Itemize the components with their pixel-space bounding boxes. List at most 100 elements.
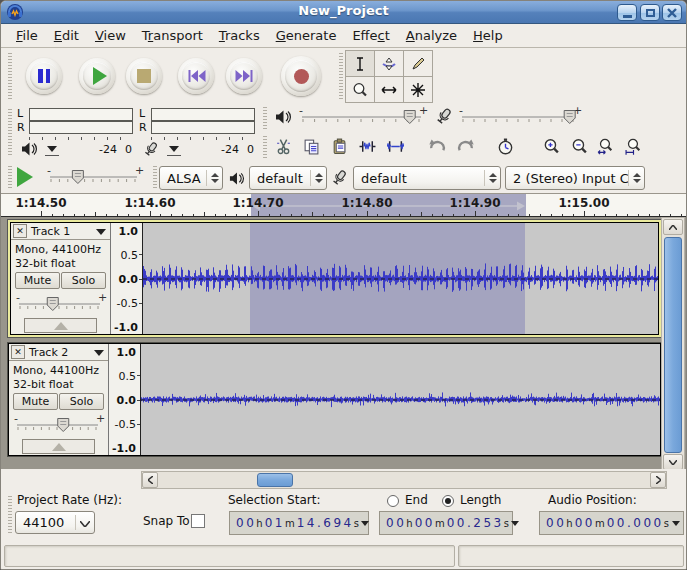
playback-meter-bar-l[interactable]: [29, 108, 133, 121]
transport-toolbar-gripper[interactable]: [8, 53, 12, 100]
fit-project-button[interactable]: [621, 135, 645, 158]
recording-meter-icon-wrap[interactable]: [143, 141, 163, 159]
scroll-down-button[interactable]: [663, 454, 683, 470]
mixer-toolbar-gripper[interactable]: [263, 107, 267, 129]
menu-tracks[interactable]: Tracks: [211, 25, 268, 46]
skip-to-end-button[interactable]: [226, 58, 262, 94]
device-toolbar-gripper[interactable]: [153, 166, 157, 190]
recording-meter-bar-l[interactable]: [151, 108, 255, 121]
play-at-speed-button[interactable]: [17, 167, 33, 187]
skip-to-start-button[interactable]: [178, 58, 214, 94]
minimize-button[interactable]: [617, 4, 637, 21]
project-rate-combo[interactable]: 44100: [15, 511, 95, 534]
timeshift-tool-button[interactable]: [374, 76, 404, 103]
trim-outside-selection-button[interactable]: [355, 135, 379, 158]
collapse-button[interactable]: [24, 318, 97, 333]
track-menu-dropdown-icon[interactable]: [94, 350, 104, 356]
vertical-scroll-thumb[interactable]: [664, 237, 682, 453]
selection-toolbar-gripper[interactable]: [8, 496, 12, 534]
output-volume-slider[interactable]: -+: [297, 105, 429, 129]
track-menu-dropdown-icon[interactable]: [96, 229, 106, 235]
collapse-button[interactable]: [22, 439, 95, 454]
tools-toolbar-gripper[interactable]: [339, 53, 343, 100]
vertical-scrollbar[interactable]: [661, 217, 685, 471]
horizontal-scroll-track[interactable]: [141, 471, 667, 489]
horizontal-scrollbar[interactable]: [1, 469, 686, 490]
track-close-button[interactable]: ✕: [11, 345, 25, 359]
horizontal-scroll-thumb[interactable]: [257, 473, 293, 487]
menu-transport[interactable]: Transport: [134, 25, 211, 46]
waveform-area[interactable]: [143, 223, 658, 334]
selection-tool-button[interactable]: [345, 50, 375, 77]
input-volume-slider[interactable]: -+: [457, 105, 583, 129]
record-button[interactable]: [281, 56, 321, 96]
cut-button[interactable]: [271, 135, 295, 158]
end-radio[interactable]: [387, 495, 399, 507]
snap-to-checkbox[interactable]: [191, 514, 205, 528]
scroll-right-button[interactable]: [650, 472, 666, 488]
time-format-dropdown-icon[interactable]: [672, 521, 680, 526]
mute-button[interactable]: Mute: [13, 393, 58, 410]
close-button[interactable]: [662, 4, 682, 21]
time-format-dropdown-icon[interactable]: [511, 521, 519, 526]
menu-effect[interactable]: Effect: [344, 25, 397, 46]
recording-meter-bar-r[interactable]: [151, 121, 255, 134]
solo-button[interactable]: Solo: [59, 393, 104, 410]
waveform-area[interactable]: [141, 344, 660, 455]
zoom-in-button[interactable]: [539, 135, 563, 158]
recording-meter-dropdown[interactable]: [167, 145, 181, 156]
menu-analyze[interactable]: Analyze: [398, 25, 465, 46]
ruler-major-tick: [150, 211, 151, 216]
playback-meter-icon-wrap[interactable]: [21, 141, 41, 159]
menu-generate[interactable]: Generate: [268, 25, 345, 46]
maximize-button[interactable]: [640, 4, 660, 21]
track-bitdepth-info: 32-bit float: [13, 378, 74, 391]
stop-button[interactable]: [126, 58, 162, 94]
playback-meter-bar-r[interactable]: [29, 121, 133, 134]
title-bar[interactable]: New_Project: [0, 0, 687, 24]
pause-button[interactable]: [26, 58, 62, 94]
waveform-canvas[interactable]: [143, 223, 658, 334]
audio-position-field[interactable]: 00h00m00.000s: [539, 511, 684, 535]
solo-button[interactable]: Solo: [61, 272, 106, 289]
output-device-combo[interactable]: default: [249, 166, 327, 190]
selection-start-field[interactable]: 00h01m14.694s: [229, 511, 369, 535]
scroll-left-button[interactable]: [142, 472, 158, 488]
zoom-tool-button[interactable]: [345, 76, 375, 103]
zoom-out-button[interactable]: [567, 135, 591, 158]
menu-view[interactable]: View: [87, 25, 134, 46]
gain-slider[interactable]: -+: [12, 413, 106, 437]
input-channels-combo[interactable]: 2 (Stereo) Input C: [505, 166, 645, 190]
menu-edit[interactable]: Edit: [46, 25, 87, 46]
sync-lock-tracks-button[interactable]: [493, 135, 517, 158]
redo-button[interactable]: [453, 135, 477, 158]
play-button[interactable]: [79, 58, 115, 94]
envelope-tool-button[interactable]: [374, 50, 404, 77]
undo-button[interactable]: [425, 135, 449, 158]
playback-meter-dropdown[interactable]: [45, 145, 59, 156]
track-close-button[interactable]: ✕: [13, 224, 27, 238]
scroll-up-button[interactable]: [663, 219, 683, 235]
paste-button[interactable]: [327, 135, 351, 158]
copy-button[interactable]: [299, 135, 323, 158]
fit-selection-button[interactable]: [593, 135, 617, 158]
edit-toolbar-gripper[interactable]: [263, 136, 267, 158]
timeline-ruler[interactable]: 1:14.501:14.601:14.701:14.801:14.901:15.…: [1, 194, 686, 217]
menu-file[interactable]: File: [8, 25, 46, 46]
time-format-dropdown-icon[interactable]: [361, 521, 369, 526]
waveform-canvas[interactable]: [141, 344, 660, 455]
meter-toolbar-gripper[interactable]: [8, 109, 12, 157]
gain-slider[interactable]: -+: [14, 292, 108, 316]
transcription-toolbar-gripper[interactable]: [8, 166, 12, 190]
selection-length-field[interactable]: 00h00m00.253s: [379, 511, 513, 535]
input-device-combo[interactable]: default: [353, 166, 501, 190]
menu-help[interactable]: Help: [465, 25, 511, 46]
silence-selection-button[interactable]: [383, 135, 407, 158]
multi-tool-button[interactable]: [403, 76, 433, 103]
audio-host-combo[interactable]: ALSA: [159, 166, 223, 190]
length-radio[interactable]: [442, 495, 454, 507]
draw-tool-button[interactable]: [403, 50, 433, 77]
mute-button[interactable]: Mute: [15, 272, 60, 289]
playback-speed-slider[interactable]: -+: [45, 165, 145, 189]
ruler-tick: [204, 212, 205, 216]
